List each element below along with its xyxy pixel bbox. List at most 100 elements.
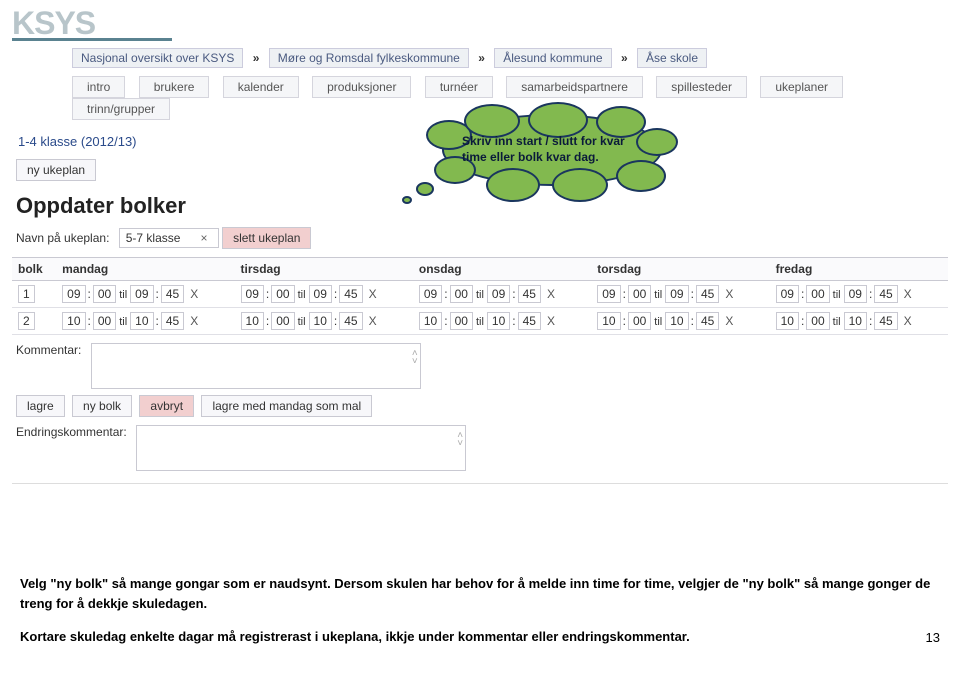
tab-kalender[interactable]: kalender: [223, 76, 299, 98]
change-comment-textarea[interactable]: ˄˅: [136, 425, 466, 471]
clear-time-icon[interactable]: X: [369, 314, 377, 328]
plan-name-label: Navn på ukeplan:: [16, 231, 109, 245]
end-min-input[interactable]: 45: [339, 312, 362, 330]
plan-name-input[interactable]: 5-7 klasse×: [119, 228, 219, 248]
start-hour-input[interactable]: 09: [62, 285, 85, 303]
tab-ukeplaner[interactable]: ukeplaner: [760, 76, 843, 98]
tab-turneer[interactable]: turnéer: [425, 76, 493, 98]
start-hour-input[interactable]: 09: [776, 285, 799, 303]
start-min-input[interactable]: 00: [271, 312, 294, 330]
clear-time-icon[interactable]: X: [190, 287, 198, 301]
clear-time-icon[interactable]: X: [547, 314, 555, 328]
bolk-number: 1: [18, 285, 35, 303]
start-hour-input[interactable]: 09: [419, 285, 442, 303]
end-min-input[interactable]: 45: [874, 312, 897, 330]
tab-trinn-grupper[interactable]: trinn/grupper: [72, 98, 170, 120]
instruction-para-1: Velg "ny bolk" så mange gongar som er na…: [20, 574, 940, 613]
end-hour-input[interactable]: 10: [130, 312, 153, 330]
clear-time-icon[interactable]: X: [725, 314, 733, 328]
save-button[interactable]: lagre: [16, 395, 65, 417]
chevron-icon: »: [478, 51, 485, 65]
resize-icon[interactable]: ˄˅: [412, 350, 418, 366]
til-label: til: [833, 316, 841, 328]
clear-time-icon[interactable]: X: [190, 314, 198, 328]
til-label: til: [119, 289, 127, 301]
schedule-table: bolk mandag tirsdag onsdag torsdag freda…: [12, 257, 948, 335]
start-min-input[interactable]: 00: [450, 312, 473, 330]
cancel-button[interactable]: avbryt: [139, 395, 194, 417]
new-weekplan-button[interactable]: ny ukeplan: [16, 159, 96, 181]
tab-samarbeidspartnere[interactable]: samarbeidspartnere: [506, 76, 643, 98]
instructions-text: Velg "ny bolk" så mange gongar som er na…: [20, 574, 940, 647]
til-label: til: [654, 316, 662, 328]
clear-time-icon[interactable]: X: [904, 287, 912, 301]
chevron-icon: »: [621, 51, 628, 65]
end-hour-input[interactable]: 10: [844, 312, 867, 330]
end-hour-input[interactable]: 09: [130, 285, 153, 303]
start-min-input[interactable]: 00: [271, 285, 294, 303]
end-min-input[interactable]: 45: [518, 285, 541, 303]
start-min-input[interactable]: 00: [93, 312, 116, 330]
logo: KSYS: [12, 4, 948, 42]
til-label: til: [476, 289, 484, 301]
clear-icon[interactable]: ×: [200, 231, 207, 245]
end-min-input[interactable]: 45: [696, 312, 719, 330]
page-title: Oppdater bolker: [16, 193, 948, 219]
start-hour-input[interactable]: 10: [776, 312, 799, 330]
resize-icon[interactable]: ˄˅: [457, 432, 463, 448]
til-label: til: [298, 289, 306, 301]
end-hour-input[interactable]: 10: [665, 312, 688, 330]
start-min-input[interactable]: 00: [628, 312, 651, 330]
end-hour-input[interactable]: 09: [487, 285, 510, 303]
start-min-input[interactable]: 00: [806, 312, 829, 330]
delete-weekplan-button[interactable]: slett ukeplan: [222, 227, 311, 249]
callout-text: Skriv inn start / slutt for kvar time el…: [462, 134, 642, 165]
tab-brukere[interactable]: brukere: [139, 76, 210, 98]
start-min-input[interactable]: 00: [450, 285, 473, 303]
end-min-input[interactable]: 45: [161, 285, 184, 303]
end-hour-input[interactable]: 09: [309, 285, 332, 303]
tab-produksjoner[interactable]: produksjoner: [312, 76, 411, 98]
start-hour-input[interactable]: 10: [597, 312, 620, 330]
new-bolk-button[interactable]: ny bolk: [72, 395, 132, 417]
breadcrumb-item[interactable]: Åse skole: [637, 48, 707, 68]
table-row: 210:00til10:45X10:00til10:45X10:00til10:…: [12, 308, 948, 335]
save-template-button[interactable]: lagre med mandag som mal: [201, 395, 372, 417]
end-min-input[interactable]: 45: [696, 285, 719, 303]
end-min-input[interactable]: 45: [161, 312, 184, 330]
start-min-input[interactable]: 00: [628, 285, 651, 303]
comment-textarea[interactable]: ˄˅: [91, 343, 421, 389]
start-min-input[interactable]: 00: [806, 285, 829, 303]
breadcrumb: Nasjonal oversikt over KSYS » Møre og Ro…: [72, 48, 948, 68]
breadcrumb-item[interactable]: Ålesund kommune: [494, 48, 611, 68]
bolk-number: 2: [18, 312, 35, 330]
tab-intro[interactable]: intro: [72, 76, 125, 98]
comment-label: Kommentar:: [16, 343, 81, 357]
start-hour-input[interactable]: 10: [241, 312, 264, 330]
start-min-input[interactable]: 00: [93, 285, 116, 303]
start-hour-input[interactable]: 09: [241, 285, 264, 303]
col-torsdag: torsdag: [591, 258, 769, 281]
end-hour-input[interactable]: 09: [665, 285, 688, 303]
breadcrumb-item[interactable]: Møre og Romsdal fylkeskommune: [269, 48, 469, 68]
end-min-input[interactable]: 45: [874, 285, 897, 303]
start-hour-input[interactable]: 10: [62, 312, 85, 330]
breadcrumb-item[interactable]: Nasjonal oversikt over KSYS: [72, 48, 243, 68]
end-min-input[interactable]: 45: [339, 285, 362, 303]
chevron-icon: »: [253, 51, 260, 65]
clear-time-icon[interactable]: X: [547, 287, 555, 301]
col-mandag: mandag: [56, 258, 234, 281]
start-hour-input[interactable]: 10: [419, 312, 442, 330]
til-label: til: [833, 289, 841, 301]
end-hour-input[interactable]: 09: [844, 285, 867, 303]
end-min-input[interactable]: 45: [518, 312, 541, 330]
end-hour-input[interactable]: 10: [309, 312, 332, 330]
til-label: til: [119, 316, 127, 328]
clear-time-icon[interactable]: X: [904, 314, 912, 328]
end-hour-input[interactable]: 10: [487, 312, 510, 330]
instruction-para-2: Kortare skuledag enkelte dagar må regist…: [20, 627, 940, 647]
clear-time-icon[interactable]: X: [725, 287, 733, 301]
start-hour-input[interactable]: 09: [597, 285, 620, 303]
clear-time-icon[interactable]: X: [369, 287, 377, 301]
tab-spillesteder[interactable]: spillesteder: [656, 76, 747, 98]
